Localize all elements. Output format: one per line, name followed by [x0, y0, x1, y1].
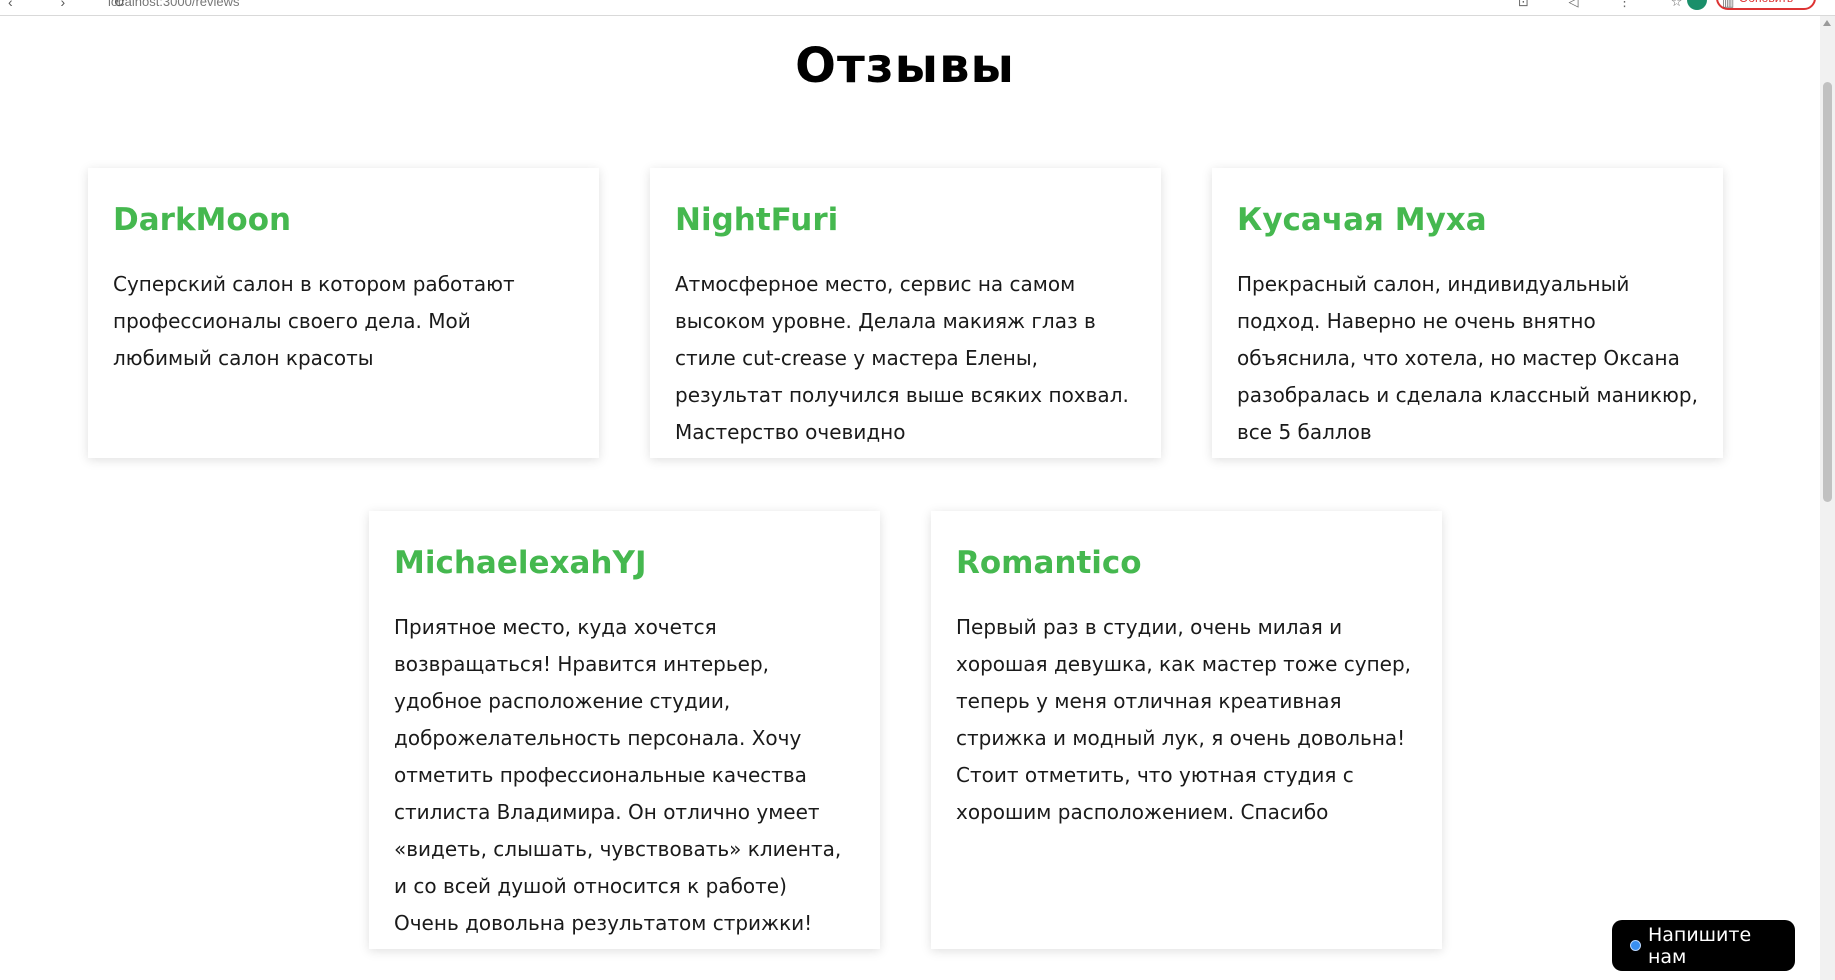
review-author: Кусачая Муха	[1237, 202, 1487, 238]
chat-button-label: Напишите нам	[1647, 923, 1752, 968]
scroll-up-arrow-icon[interactable]	[1823, 20, 1831, 26]
browser-toolbar: ‹ › ↻ localhost:3000/reviews ⊡ ◁ ⋮ ☆ ▥ О…	[0, 0, 1835, 16]
scrollbar-thumb[interactable]	[1823, 82, 1832, 502]
online-status-icon	[1630, 940, 1641, 951]
review-author: DarkMoon	[113, 202, 292, 238]
review-card: MichaelexahYJ Приятное место, куда хочет…	[369, 511, 880, 949]
review-text: Суперский салон в котором работают профе…	[113, 272, 515, 370]
update-browser-button[interactable]: Обновить	[1716, 0, 1816, 10]
page-scrollbar[interactable]	[1820, 16, 1835, 980]
review-card: NightFuri Атмосферное место, сервис на с…	[650, 168, 1161, 458]
page-title: Отзывы	[795, 38, 1015, 94]
chat-widget-button[interactable]: Напишите нам	[1612, 920, 1795, 971]
review-author: NightFuri	[675, 202, 839, 238]
review-card: Romantico Первый раз в студии, очень мил…	[931, 511, 1442, 949]
review-author: MichaelexahYJ	[394, 545, 647, 581]
review-text: Атмосферное место, сервис на самом высок…	[675, 272, 1129, 444]
review-text: Приятное место, куда хочется возвращатьс…	[394, 615, 842, 935]
review-card: DarkMoon Суперский салон в котором работ…	[88, 168, 599, 458]
review-author: Romantico	[956, 545, 1142, 581]
review-text: Прекрасный салон, индивидуальный подход.…	[1237, 272, 1698, 444]
address-bar-url[interactable]: localhost:3000/reviews	[108, 0, 240, 9]
review-text: Первый раз в студии, очень милая и хорош…	[956, 615, 1412, 824]
review-card: Кусачая Муха Прекрасный салон, индивидуа…	[1212, 168, 1723, 458]
